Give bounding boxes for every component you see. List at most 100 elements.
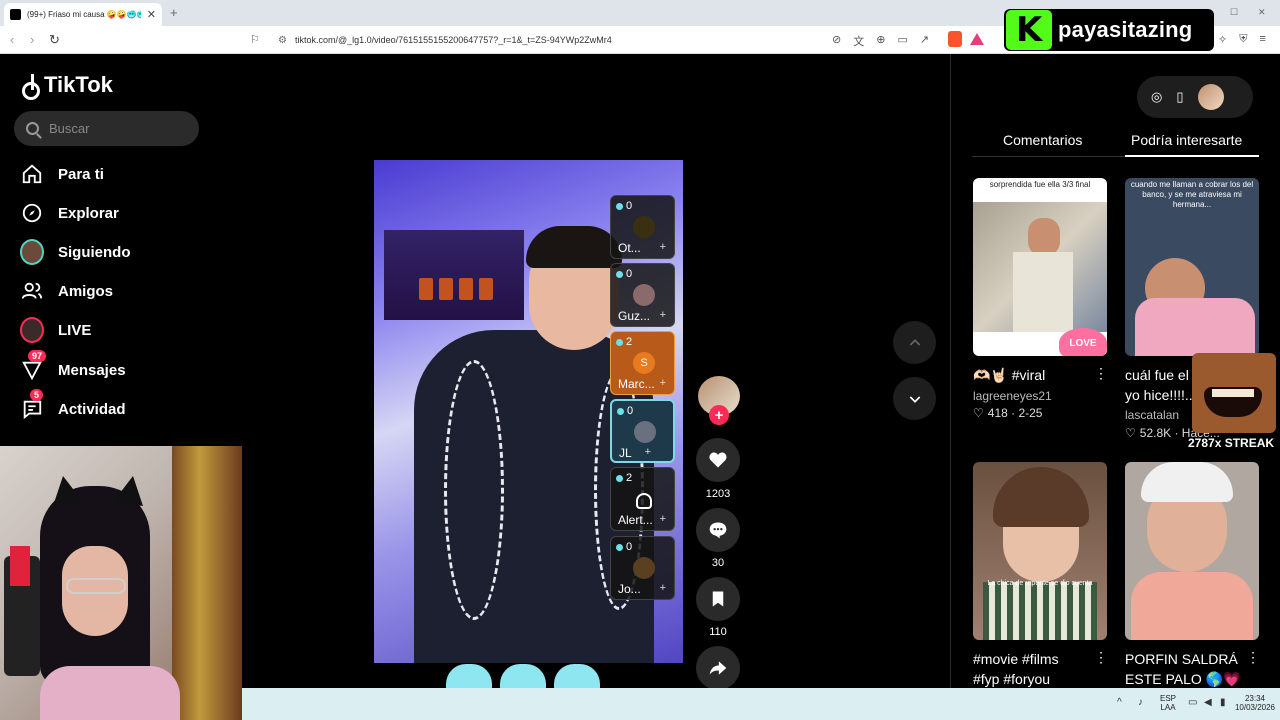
battery-icon[interactable]: ▮ <box>1220 697 1226 708</box>
messages-badge: 97 <box>28 350 47 362</box>
tab-podria-interesarte[interactable]: Podría interesarte <box>1131 132 1242 148</box>
sidebar-item-explorar[interactable]: Explorar <box>20 201 119 225</box>
browser-tab[interactable]: (99+) Friaso mi causa 🤪🤪🥶🥶 ✕ <box>4 3 162 26</box>
guest-slot[interactable]: 0 Jo... + <box>610 536 675 600</box>
tiktok-note-icon <box>22 74 40 100</box>
brave-shield-icon[interactable] <box>948 31 962 47</box>
slot-name: Guz... <box>618 309 651 323</box>
save-count: 110 <box>709 626 727 638</box>
reload-icon[interactable]: ↻ <box>49 32 60 48</box>
microphone-icon[interactable]: ♪ <box>1138 697 1143 708</box>
slot-name: Alert... <box>618 513 653 527</box>
vpn-icon[interactable]: ⛨ <box>1239 33 1247 46</box>
maximize-icon[interactable]: ☐ <box>1230 7 1238 18</box>
share-button[interactable] <box>696 646 740 690</box>
guest-slot[interactable]: 0 Guz... + <box>610 263 675 327</box>
sidebar-item-label: Para ti <box>58 165 104 183</box>
slot-plus-icon: + <box>659 513 666 525</box>
card-title-line2[interactable]: #fyp #foryou <box>973 671 1050 687</box>
tab-close-icon[interactable]: ✕ <box>147 8 156 21</box>
new-tab-button[interactable]: + <box>170 5 178 20</box>
cast-icon[interactable]: ▭ <box>897 33 907 49</box>
video-thumbnail[interactable]: La chica de repente se dio cuenta <box>973 462 1107 640</box>
love-sticker: LOVE <box>1059 328 1107 356</box>
slot-name: Marc... <box>618 377 655 391</box>
taskbar <box>242 688 1280 720</box>
clock-date: 10/03/2026 <box>1234 703 1276 712</box>
tray-chevron-icon[interactable]: ^ <box>1117 697 1122 708</box>
panel-divider <box>950 54 951 688</box>
explore-icon[interactable]: ◎ <box>1151 89 1162 105</box>
sidebar-item-label: Siguiendo <box>58 243 131 261</box>
sidebar-item-mensajes[interactable]: 97 Mensajes <box>20 350 126 382</box>
menu-icon[interactable]: ≡ <box>1259 33 1265 46</box>
site-info-icon[interactable]: ⚙ <box>278 35 287 46</box>
network-icon[interactable]: ▭ <box>1188 697 1197 708</box>
guest-slot[interactable]: 2 S Marc... + <box>610 331 675 395</box>
jar <box>459 278 473 300</box>
shelf <box>384 230 524 320</box>
sidebar-item-amigos[interactable]: Amigos <box>20 279 113 303</box>
card-title-line2[interactable]: yo hice!!!!... <box>1125 387 1197 403</box>
guest-slot[interactable]: 2 Alert... + <box>610 467 675 531</box>
like-button[interactable] <box>696 438 740 482</box>
brave-rewards-icon[interactable] <box>970 33 984 45</box>
clock[interactable]: 23:34 10/03/2026 <box>1232 694 1278 712</box>
share-icon[interactable]: ↗ <box>920 33 929 49</box>
mobile-icon[interactable]: ▯ <box>1176 89 1183 105</box>
follow-button[interactable]: + <box>709 405 729 425</box>
slot-count: 0 <box>617 405 633 417</box>
translate-icon[interactable]: 文 <box>853 33 864 49</box>
card-title-line2[interactable]: ESTE PALO 🌎💗 <box>1125 671 1241 688</box>
no-image-icon[interactable]: ⊘ <box>832 33 841 49</box>
card-user[interactable]: lagreeneyes21 <box>973 389 1052 403</box>
previous-video-button[interactable] <box>893 321 936 364</box>
activity-icon: 5 <box>20 389 44 421</box>
home-icon <box>20 162 44 186</box>
comment-icon <box>709 522 727 539</box>
more-options-icon[interactable]: ⋮ <box>1094 649 1108 666</box>
save-button[interactable] <box>696 577 740 621</box>
card-title[interactable]: 🫶🏻🤘🏻 #viral <box>973 367 1045 384</box>
back-icon[interactable]: ‹ <box>10 32 14 47</box>
star-icon[interactable]: ✧ <box>1218 33 1227 46</box>
tab-comentarios[interactable]: Comentarios <box>1003 132 1082 148</box>
more-options-icon[interactable]: ⋮ <box>1094 365 1108 382</box>
card-title[interactable]: #movie #films <box>973 651 1059 667</box>
sidebar-item-para-ti[interactable]: Para ti <box>20 162 104 186</box>
profile-avatar[interactable] <box>1197 84 1224 110</box>
volume-icon[interactable]: ◀ <box>1204 697 1212 708</box>
jar <box>419 278 433 300</box>
forward-icon[interactable]: › <box>30 32 34 47</box>
video-thumbnail[interactable]: sorprendida fue ella 3/3 final LOVE <box>973 178 1107 356</box>
search-icon <box>26 122 39 135</box>
card-title[interactable]: cuál fue el <box>1125 367 1189 383</box>
video-thumbnail[interactable]: cuando me llaman a cobrar los del banco,… <box>1125 178 1259 356</box>
heart-outline-icon: ♡ <box>973 406 984 420</box>
sidebar-item-actividad[interactable]: 5 Actividad <box>20 389 126 421</box>
next-video-button[interactable] <box>893 377 936 420</box>
search-input[interactable]: Buscar <box>14 111 199 146</box>
bookmark-icon[interactable]: ⚐ <box>250 33 260 46</box>
card-user[interactable]: lascatalan <box>1125 408 1179 422</box>
comment-button[interactable] <box>696 508 740 552</box>
close-window-icon[interactable]: ✕ <box>1258 7 1266 18</box>
video-thumbnail[interactable] <box>1125 462 1259 640</box>
tiktok-logo[interactable]: TikTok <box>22 72 113 100</box>
kick-logo: K <box>1006 10 1052 50</box>
guest-slot[interactable]: 0 Ot... + <box>610 195 675 259</box>
compass-icon <box>20 201 44 225</box>
streak-label: 2787x STREAK <box>1188 436 1275 450</box>
webcam-overlay <box>0 446 242 720</box>
sidebar-item-siguiendo[interactable]: Siguiendo <box>20 239 131 265</box>
guest-slot[interactable]: 0 JL + <box>610 399 675 463</box>
zoom-icon[interactable]: ⊕ <box>876 33 885 49</box>
sidebar-item-label: Mensajes <box>58 361 126 379</box>
sidebar-item-label: LIVE <box>58 321 92 339</box>
card-title[interactable]: PORFIN SALDRÁ <box>1125 651 1238 667</box>
laughing-face <box>1192 353 1276 433</box>
more-options-icon[interactable]: ⋮ <box>1246 649 1260 666</box>
language-indicator[interactable]: ESP LAA <box>1158 694 1178 712</box>
slot-avatar <box>633 284 655 306</box>
sidebar-item-live[interactable]: LIVE <box>20 317 92 343</box>
